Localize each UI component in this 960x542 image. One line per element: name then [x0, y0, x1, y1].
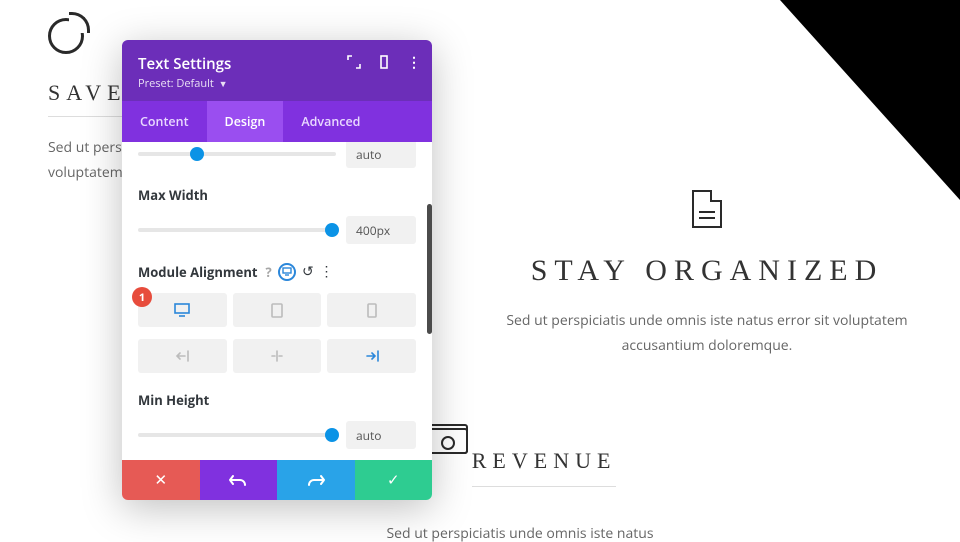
expand-icon[interactable]: [346, 54, 362, 70]
module-alignment-label: Module Alignment: [138, 263, 258, 281]
field-module-alignment: Module Alignment ? ↻ ⋮ 1: [138, 262, 416, 373]
min-height-value[interactable]: auto: [346, 421, 416, 449]
tab-design[interactable]: Design: [207, 101, 284, 142]
max-width-slider[interactable]: [138, 228, 336, 232]
device-phone[interactable]: [327, 293, 416, 327]
document-icon: [692, 190, 722, 228]
help-icon[interactable]: ?: [266, 263, 272, 281]
preset-label: Preset:: [138, 76, 174, 91]
panel-body[interactable]: auto Max Width 400px Module Alignment ?: [122, 142, 432, 460]
panel-footer: ✕ ✓: [122, 460, 432, 500]
preset-selector[interactable]: Preset: Default ▼: [138, 76, 416, 91]
bg-bottom-heading: REVENUE: [472, 448, 617, 487]
field-width: auto: [138, 142, 416, 168]
snap-icon[interactable]: [376, 54, 392, 70]
alignment-segmented: [138, 339, 416, 373]
kebab-icon[interactable]: ⋮: [319, 262, 333, 281]
panel-tabs: Content Design Advanced: [122, 101, 432, 142]
tab-content[interactable]: Content: [122, 101, 207, 142]
bg-right-heading: STAY ORGANIZED: [487, 254, 927, 288]
scrollbar-thumb[interactable]: [427, 204, 432, 334]
bg-right-body: Sed ut perspiciatis unde omnis iste natu…: [487, 308, 927, 358]
panel-header[interactable]: Text Settings Preset: Default ▼ ⋮: [122, 40, 432, 101]
reset-icon[interactable]: ↻: [302, 262, 314, 281]
device-segmented: 1: [138, 293, 416, 327]
slider-thumb[interactable]: [190, 147, 204, 161]
pie-chart-icon: [48, 18, 84, 54]
kebab-icon[interactable]: ⋮: [406, 54, 422, 70]
min-height-slider[interactable]: [138, 433, 336, 437]
min-height-label: Min Height: [138, 391, 416, 409]
device-desktop[interactable]: 1: [138, 293, 227, 327]
field-min-height: Min Height auto: [138, 391, 416, 449]
caret-down-icon: ▼: [219, 77, 228, 90]
bg-bottom-body: Sed ut perspiciatis unde omnis iste natu…: [370, 521, 670, 542]
responsive-device-icon[interactable]: [278, 263, 296, 281]
save-button[interactable]: ✓: [355, 460, 433, 500]
tab-advanced[interactable]: Advanced: [283, 101, 378, 142]
step-badge: 1: [132, 287, 152, 307]
max-width-label: Max Width: [138, 186, 416, 204]
settings-panel: Text Settings Preset: Default ▼ ⋮ Conten…: [122, 40, 432, 500]
field-max-width: Max Width 400px: [138, 186, 416, 244]
align-center[interactable]: [233, 339, 322, 373]
max-width-value[interactable]: 400px: [346, 216, 416, 244]
preset-value: Default: [176, 76, 213, 91]
align-left[interactable]: [138, 339, 227, 373]
undo-button[interactable]: [200, 460, 278, 500]
cancel-button[interactable]: ✕: [122, 460, 200, 500]
redo-button[interactable]: [277, 460, 355, 500]
device-tablet[interactable]: [233, 293, 322, 327]
slider-thumb[interactable]: [325, 223, 339, 237]
width-slider[interactable]: [138, 152, 336, 156]
align-right[interactable]: [327, 339, 416, 373]
slider-thumb[interactable]: [325, 428, 339, 442]
width-value[interactable]: auto: [346, 142, 416, 168]
